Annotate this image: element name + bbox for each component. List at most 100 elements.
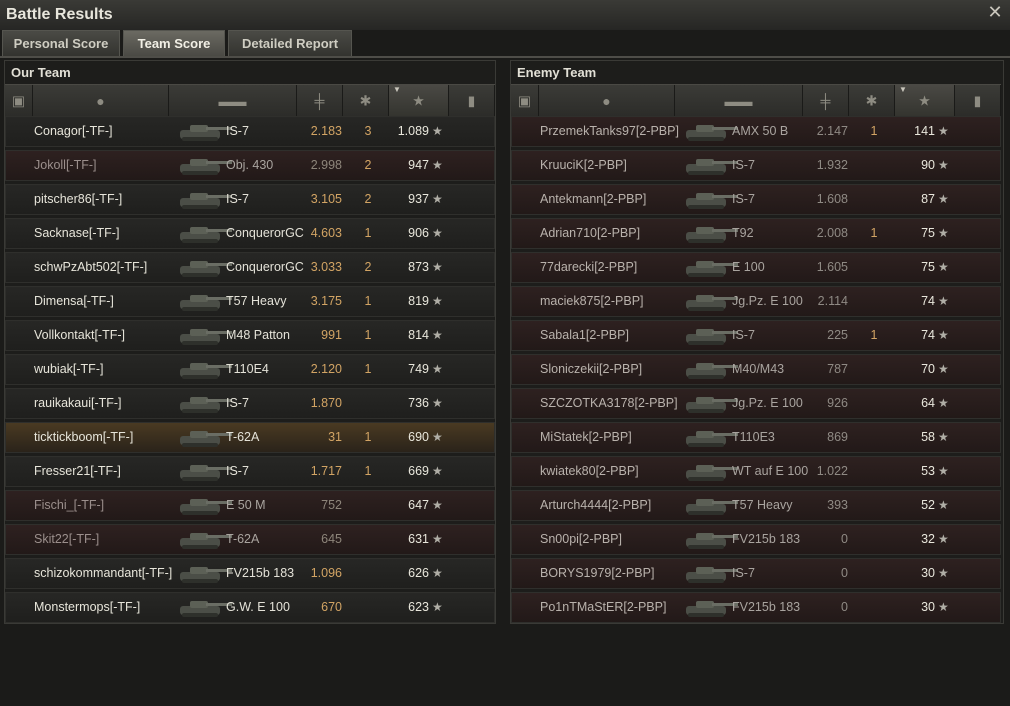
tank-name: T-62A — [226, 532, 260, 546]
player-name: Antekmann[2-PBP] — [540, 192, 647, 206]
experience-value: 873 — [408, 260, 429, 274]
player-row[interactable]: PrzemekTanks97[2-PBP] AMX 50 B 2.147 1 141 ★ — [511, 116, 1001, 147]
damage-icon: ╪ — [820, 92, 831, 109]
kills-value — [864, 559, 884, 588]
player-row[interactable]: Adrian710[2-PBP] T92 2.008 1 75 ★ — [511, 218, 1001, 249]
player-row[interactable]: Vollkontakt[-TF-] M48 Patton 991 1 814 ★ — [5, 320, 495, 351]
col-kills[interactable]: ✱ — [849, 85, 895, 116]
experience-value: 32 — [921, 532, 935, 546]
experience-value: 74 — [921, 328, 935, 342]
kills-value: 1 — [364, 294, 372, 308]
medal-icon: ▮ — [973, 92, 982, 108]
experience-value: 690 — [408, 430, 429, 444]
col-platoon[interactable]: ▣ — [511, 85, 539, 116]
player-row[interactable]: MiStatek[2-PBP] T110E3 869 58 ★ — [511, 422, 1001, 453]
experience-star-icon: ★ — [938, 124, 949, 138]
damage-value: 0 — [841, 600, 848, 614]
close-icon[interactable]: ✕ — [986, 3, 1004, 21]
tank-name: Jg.Pz. E 100 — [732, 396, 803, 410]
player-row[interactable]: schwPzAbt502[-TF-] ConquerorGC 3.033 2 873 ★ — [5, 252, 495, 283]
player-row[interactable]: 77darecki[2-PBP] E 100 1.605 75 ★ — [511, 252, 1001, 283]
player-row[interactable]: wubiak[-TF-] T110E4 2.120 1 749 ★ — [5, 354, 495, 385]
damage-icon: ╪ — [314, 92, 325, 109]
player-row[interactable]: KruuciK[2-PBP] IS-7 1.932 90 ★ — [511, 150, 1001, 181]
experience-star-icon: ★ — [938, 226, 949, 240]
damage-value: 31 — [328, 430, 342, 444]
tab-team-score[interactable]: Team Score — [123, 30, 225, 56]
col-experience[interactable]: ▼ ★ — [389, 85, 449, 116]
player-row[interactable]: SZCZOTKA3178[2-PBP] Jg.Pz. E 100 926 64 ★ — [511, 388, 1001, 419]
player-row[interactable]: BORYS1979[2-PBP] IS-7 0 30 ★ — [511, 558, 1001, 589]
player-name: rauikakaui[-TF-] — [34, 396, 122, 410]
player-row[interactable]: rauikakaui[-TF-] IS-7 1.870 736 ★ — [5, 388, 495, 419]
col-tank[interactable]: ▬▬ — [169, 85, 297, 116]
tank-name: ConquerorGC — [226, 226, 304, 240]
player-row[interactable]: Sloniczekii[2-PBP] M40/M43 787 70 ★ — [511, 354, 1001, 385]
experience-value: 30 — [921, 566, 935, 580]
kills-value — [864, 491, 884, 520]
player-name: ticktickboom[-TF-] — [34, 430, 134, 444]
player-row[interactable]: schizokommandant[-TF-] FV215b 183 1.096 626… — [5, 558, 495, 589]
col-player[interactable]: ● — [539, 85, 675, 116]
experience-star-icon: ★ — [938, 362, 949, 376]
player-row[interactable]: Po1nTMaStER[2-PBP] FV215b 183 0 30 ★ — [511, 592, 1001, 623]
col-player[interactable]: ● — [33, 85, 169, 116]
player-row[interactable]: Monstermops[-TF-] G.W. E 100 670 623 ★ — [5, 592, 495, 623]
player-row[interactable]: Fischi_[-TF-] E 50 M 752 647 ★ — [5, 490, 495, 521]
player-row[interactable]: Sacknase[-TF-] ConquerorGC 4.603 1 906 ★ — [5, 218, 495, 249]
experience-star-icon: ★ — [412, 92, 425, 108]
experience-star-icon: ★ — [432, 260, 443, 274]
player-row[interactable]: Sn00pi[2-PBP] FV215b 183 0 32 ★ — [511, 524, 1001, 555]
kills-value: 1 — [364, 362, 372, 376]
player-row[interactable]: Fresser21[-TF-] IS-7 1.717 1 669 ★ — [5, 456, 495, 487]
player-name: wubiak[-TF-] — [34, 362, 104, 376]
col-experience[interactable]: ▼ ★ — [895, 85, 955, 116]
col-medal[interactable]: ▮ — [955, 85, 1001, 116]
player-row[interactable]: Jokoll[-TF-] Obj. 430 2.998 2 947 ★ — [5, 150, 495, 181]
experience-value: 947 — [408, 158, 429, 172]
player-row[interactable]: ticktickboom[-TF-] T-62A 31 1 690 ★ — [5, 422, 495, 453]
experience-value: 141 — [914, 124, 935, 138]
kills-value: 1 — [364, 464, 372, 478]
tank-name: IS-7 — [226, 192, 249, 206]
player-name: Fischi_[-TF-] — [34, 498, 105, 512]
damage-value: 2.147 — [816, 124, 848, 138]
experience-value: 53 — [921, 464, 935, 478]
damage-value: 2.008 — [816, 226, 848, 240]
damage-value: 2.998 — [310, 158, 342, 172]
kills-value: 2 — [364, 192, 372, 206]
col-tank[interactable]: ▬▬ — [675, 85, 803, 116]
experience-star-icon: ★ — [432, 464, 443, 478]
player-row[interactable]: pitscher86[-TF-] IS-7 3.105 2 937 ★ — [5, 184, 495, 215]
player-row[interactable]: Dimensa[-TF-] T57 Heavy 3.175 1 819 ★ — [5, 286, 495, 317]
player-row[interactable]: Arturch4444[2-PBP] T57 Heavy 393 52 ★ — [511, 490, 1001, 521]
experience-value: 52 — [921, 498, 935, 512]
platoon-icon: ▣ — [517, 92, 532, 108]
col-platoon[interactable]: ▣ — [5, 85, 33, 116]
player-row[interactable]: Antekmann[2-PBP] IS-7 1.608 87 ★ — [511, 184, 1001, 215]
player-row[interactable]: kwiatek80[2-PBP] WT auf E 100 1.022 53 ★ — [511, 456, 1001, 487]
player-row[interactable]: Skit22[-TF-] T-62A 645 631 ★ — [5, 524, 495, 555]
player-name: Conagor[-TF-] — [34, 124, 113, 138]
tank-name: IS-7 — [226, 124, 249, 138]
tab-detailed-report[interactable]: Detailed Report — [228, 30, 352, 56]
kills-icon: ✱ — [865, 92, 878, 108]
experience-star-icon: ★ — [432, 362, 443, 376]
tab-personal-score[interactable]: Personal Score — [2, 30, 120, 56]
col-damage[interactable]: ╪ — [803, 85, 849, 116]
tank-name: G.W. E 100 — [226, 600, 290, 614]
damage-value: 1.717 — [310, 464, 342, 478]
tank-name: T92 — [732, 226, 754, 240]
col-damage[interactable]: ╪ — [297, 85, 343, 116]
player-row[interactable]: Sabala1[2-PBP] IS-7 225 1 74 ★ — [511, 320, 1001, 351]
tank-name: Obj. 430 — [226, 158, 274, 172]
damage-value: 670 — [321, 600, 342, 614]
player-row[interactable]: Conagor[-TF-] IS-7 2.183 3 1.089 ★ — [5, 116, 495, 147]
damage-value: 2.114 — [817, 294, 848, 308]
player-row[interactable]: maciek875[2-PBP] Jg.Pz. E 100 2.114 74 ★ — [511, 286, 1001, 317]
experience-star-icon: ★ — [938, 566, 949, 580]
col-medal[interactable]: ▮ — [449, 85, 495, 116]
col-kills[interactable]: ✱ — [343, 85, 389, 116]
player-name: Skit22[-TF-] — [34, 532, 100, 546]
kills-value: 3 — [364, 124, 372, 138]
